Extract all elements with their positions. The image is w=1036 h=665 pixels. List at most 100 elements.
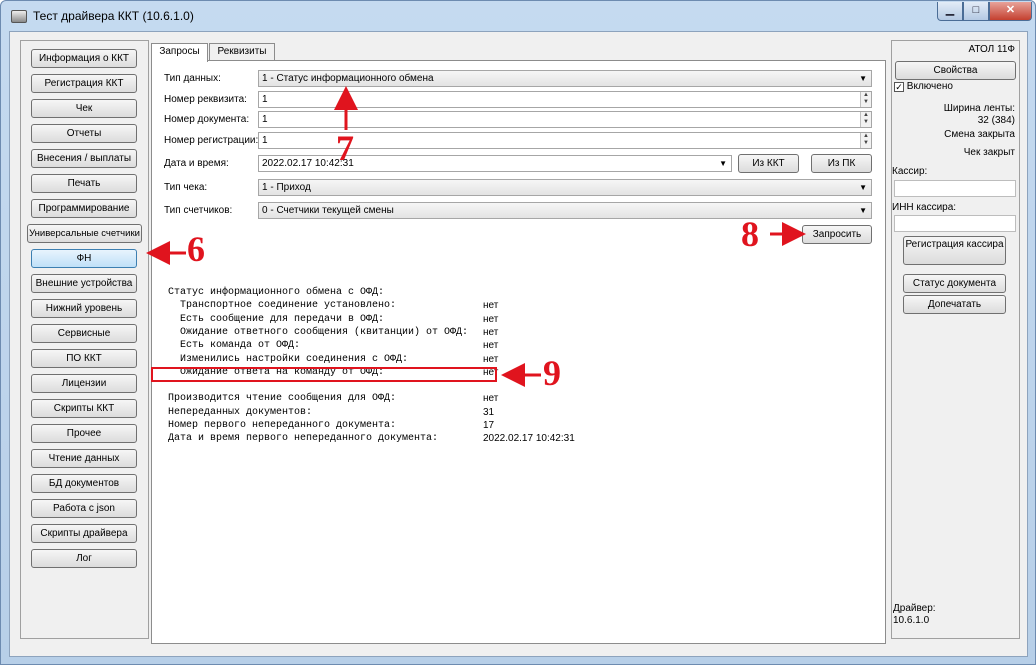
nav-item-16[interactable]: Чтение данных (31, 449, 137, 468)
annotation-8: 8 (741, 214, 759, 254)
nav-panel: Информация о ККТ Регистрация ККТ Чек Отчеты… (20, 40, 149, 639)
output-key: Дата и время первого непереданного докум… (168, 433, 439, 445)
output-key: Транспортное соединение установлено: (168, 300, 397, 312)
properties-button[interactable]: Свойства (895, 61, 1016, 80)
close-button[interactable]: ✕ (989, 2, 1032, 21)
tab-requests[interactable]: Запросы (151, 43, 208, 62)
dropdown-arrow-icon: ▼ (859, 183, 867, 192)
status-panel: АТОЛ 11Ф Свойства ✓ Включено Ширина лент… (891, 40, 1020, 639)
title-bar[interactable]: Тест драйвера ККТ (10.6.1.0) ▁ □ ✕ (1, 1, 1035, 31)
counters-type-select[interactable]: 0 - Счетчики текущей смены ▼ (258, 202, 872, 219)
nav-item-19[interactable]: Скрипты драйвера (31, 524, 137, 543)
from-kkt-button[interactable]: Из ККТ (738, 154, 799, 173)
window-title: Тест драйвера ККТ (10.6.1.0) (33, 9, 194, 23)
datetime-label: Дата и время: (164, 158, 229, 169)
registration-no-value: 1 (262, 135, 268, 146)
reprint-button[interactable]: Допечатать (903, 295, 1006, 314)
nav-item-5[interactable]: Печать (31, 174, 137, 193)
nav-item-7[interactable]: Универсальные счетчики (27, 224, 142, 243)
output-key: Ожидание ответного сообщения (квитанции)… (168, 326, 469, 338)
enabled-label: Включено (906, 81, 953, 92)
app-window: Тест драйвера ККТ (10.6.1.0) ▁ □ ✕ Инфор… (0, 0, 1036, 665)
receipt-type-value: 1 - Приход (262, 182, 311, 193)
nav-item-4[interactable]: Внесения / выплаты (31, 149, 137, 168)
output-value: нет (483, 353, 499, 365)
register-cashier-button[interactable]: Регистрация кассира (903, 236, 1006, 265)
datetime-picker[interactable]: 2022.02.17 10:42:31 ▼ (258, 155, 732, 172)
nav-item-18[interactable]: Работа с json (31, 499, 137, 518)
nav-item-17[interactable]: БД документов (31, 474, 137, 493)
nav-item-13[interactable]: Лицензии (31, 374, 137, 393)
output-value: 31 (483, 406, 495, 418)
checkbox-icon[interactable]: ✓ (894, 82, 904, 92)
nav-item-8[interactable]: ФН (31, 249, 137, 268)
nav-item-20[interactable]: Лог (31, 549, 137, 568)
nav-item-10[interactable]: Нижний уровень (31, 299, 137, 318)
nav-item-1[interactable]: Регистрация ККТ (31, 74, 137, 93)
nav-item-12[interactable]: ПО ККТ (31, 349, 137, 368)
output-key: Изменились настройки соединения с ОФД: (168, 353, 409, 365)
output-key: Номер первого непереданного документа: (168, 420, 397, 431)
spinner-icon[interactable]: ▲ ▼ (860, 92, 871, 107)
nav-item-14[interactable]: Скрипты ККТ (31, 399, 137, 418)
nav-item-11[interactable]: Сервисные (31, 324, 137, 343)
output-value: нет (483, 300, 499, 312)
dropdown-arrow-icon: ▼ (719, 159, 727, 168)
output-value: 2022.02.17 10:42:31 (483, 433, 575, 445)
output-key: Непереданных документов: (168, 406, 313, 418)
nav-item-9[interactable]: Внешние устройства (31, 274, 137, 293)
annotation-6: 6 (187, 229, 205, 269)
receipt-type-label: Тип чека: (164, 182, 208, 193)
cashier-inn-label: ИНН кассира: (892, 202, 957, 213)
minimize-button[interactable]: ▁ (937, 2, 963, 21)
nav-item-3[interactable]: Отчеты (31, 124, 137, 143)
enabled-checkbox[interactable]: ✓ Включено (894, 81, 953, 92)
nav-item-15[interactable]: Прочее (31, 424, 137, 443)
client-area: Информация о ККТ Регистрация ККТ Чек Отчеты… (9, 31, 1028, 657)
maximize-button[interactable]: □ (963, 2, 989, 21)
annotation-7: 7 (336, 128, 354, 168)
shift-status: Смена закрыта (944, 129, 1015, 140)
nav-item-6[interactable]: Программирование (31, 199, 137, 218)
highlight-box (151, 367, 497, 382)
spinner-icon[interactable]: ▲ ▼ (860, 112, 871, 127)
tab-requisites[interactable]: Реквизиты (209, 43, 275, 61)
output-value: 17 (483, 420, 495, 431)
request-button[interactable]: Запросить (802, 225, 872, 244)
output-value: нет (483, 340, 499, 352)
nav-item-0[interactable]: Информация о ККТ (31, 49, 137, 68)
receipt-status: Чек закрыт (963, 147, 1015, 158)
output-key: Есть команда от ОФД: (168, 340, 301, 352)
device-model: АТОЛ 11Ф (968, 44, 1015, 55)
spinner-icon[interactable]: ▲ ▼ (860, 133, 871, 148)
requisite-no-label: Номер реквизита: (164, 94, 247, 105)
document-status-button[interactable]: Статус документа (903, 274, 1006, 293)
document-no-value: 1 (262, 114, 268, 125)
document-no-label: Номер документа: (164, 114, 250, 125)
data-type-select[interactable]: 1 - Статус информационного обмена ▼ (258, 70, 872, 87)
dropdown-arrow-icon: ▼ (859, 74, 867, 83)
dropdown-arrow-icon: ▼ (859, 206, 867, 215)
cashier-inn-input[interactable] (894, 215, 1016, 232)
cashier-input[interactable] (894, 180, 1016, 197)
requisite-no-value: 1 (262, 94, 268, 105)
output-text-area[interactable]: Статус информационного обмена с ОФД: Тра… (158, 285, 878, 631)
output-key: Есть сообщение для передачи в ОФД: (168, 313, 385, 325)
data-type-label: Тип данных: (164, 73, 221, 84)
cashier-label: Кассир: (892, 166, 928, 177)
tab-content: Тип данных: 1 - Статус информационного о… (151, 60, 886, 644)
from-pc-button[interactable]: Из ПК (811, 154, 872, 173)
tape-width-label: Ширина ленты: (943, 103, 1015, 114)
driver-label: Драйвер: (893, 603, 936, 614)
counters-type-value: 0 - Счетчики текущей смены (262, 205, 394, 216)
requisite-no-input[interactable]: 1 ▲ ▼ (258, 91, 872, 108)
output-value: нет (483, 393, 499, 405)
receipt-type-select[interactable]: 1 - Приход ▼ (258, 179, 872, 196)
driver-version: 10.6.1.0 (893, 615, 930, 626)
output-key: Статус информационного обмена с ОФД: (168, 287, 385, 298)
output-value: нет (483, 313, 499, 325)
output-value: нет (483, 326, 499, 338)
document-no-input[interactable]: 1 ▲ ▼ (258, 111, 872, 128)
nav-item-2[interactable]: Чек (31, 99, 137, 118)
tape-width-value: 32 (384) (977, 115, 1015, 126)
